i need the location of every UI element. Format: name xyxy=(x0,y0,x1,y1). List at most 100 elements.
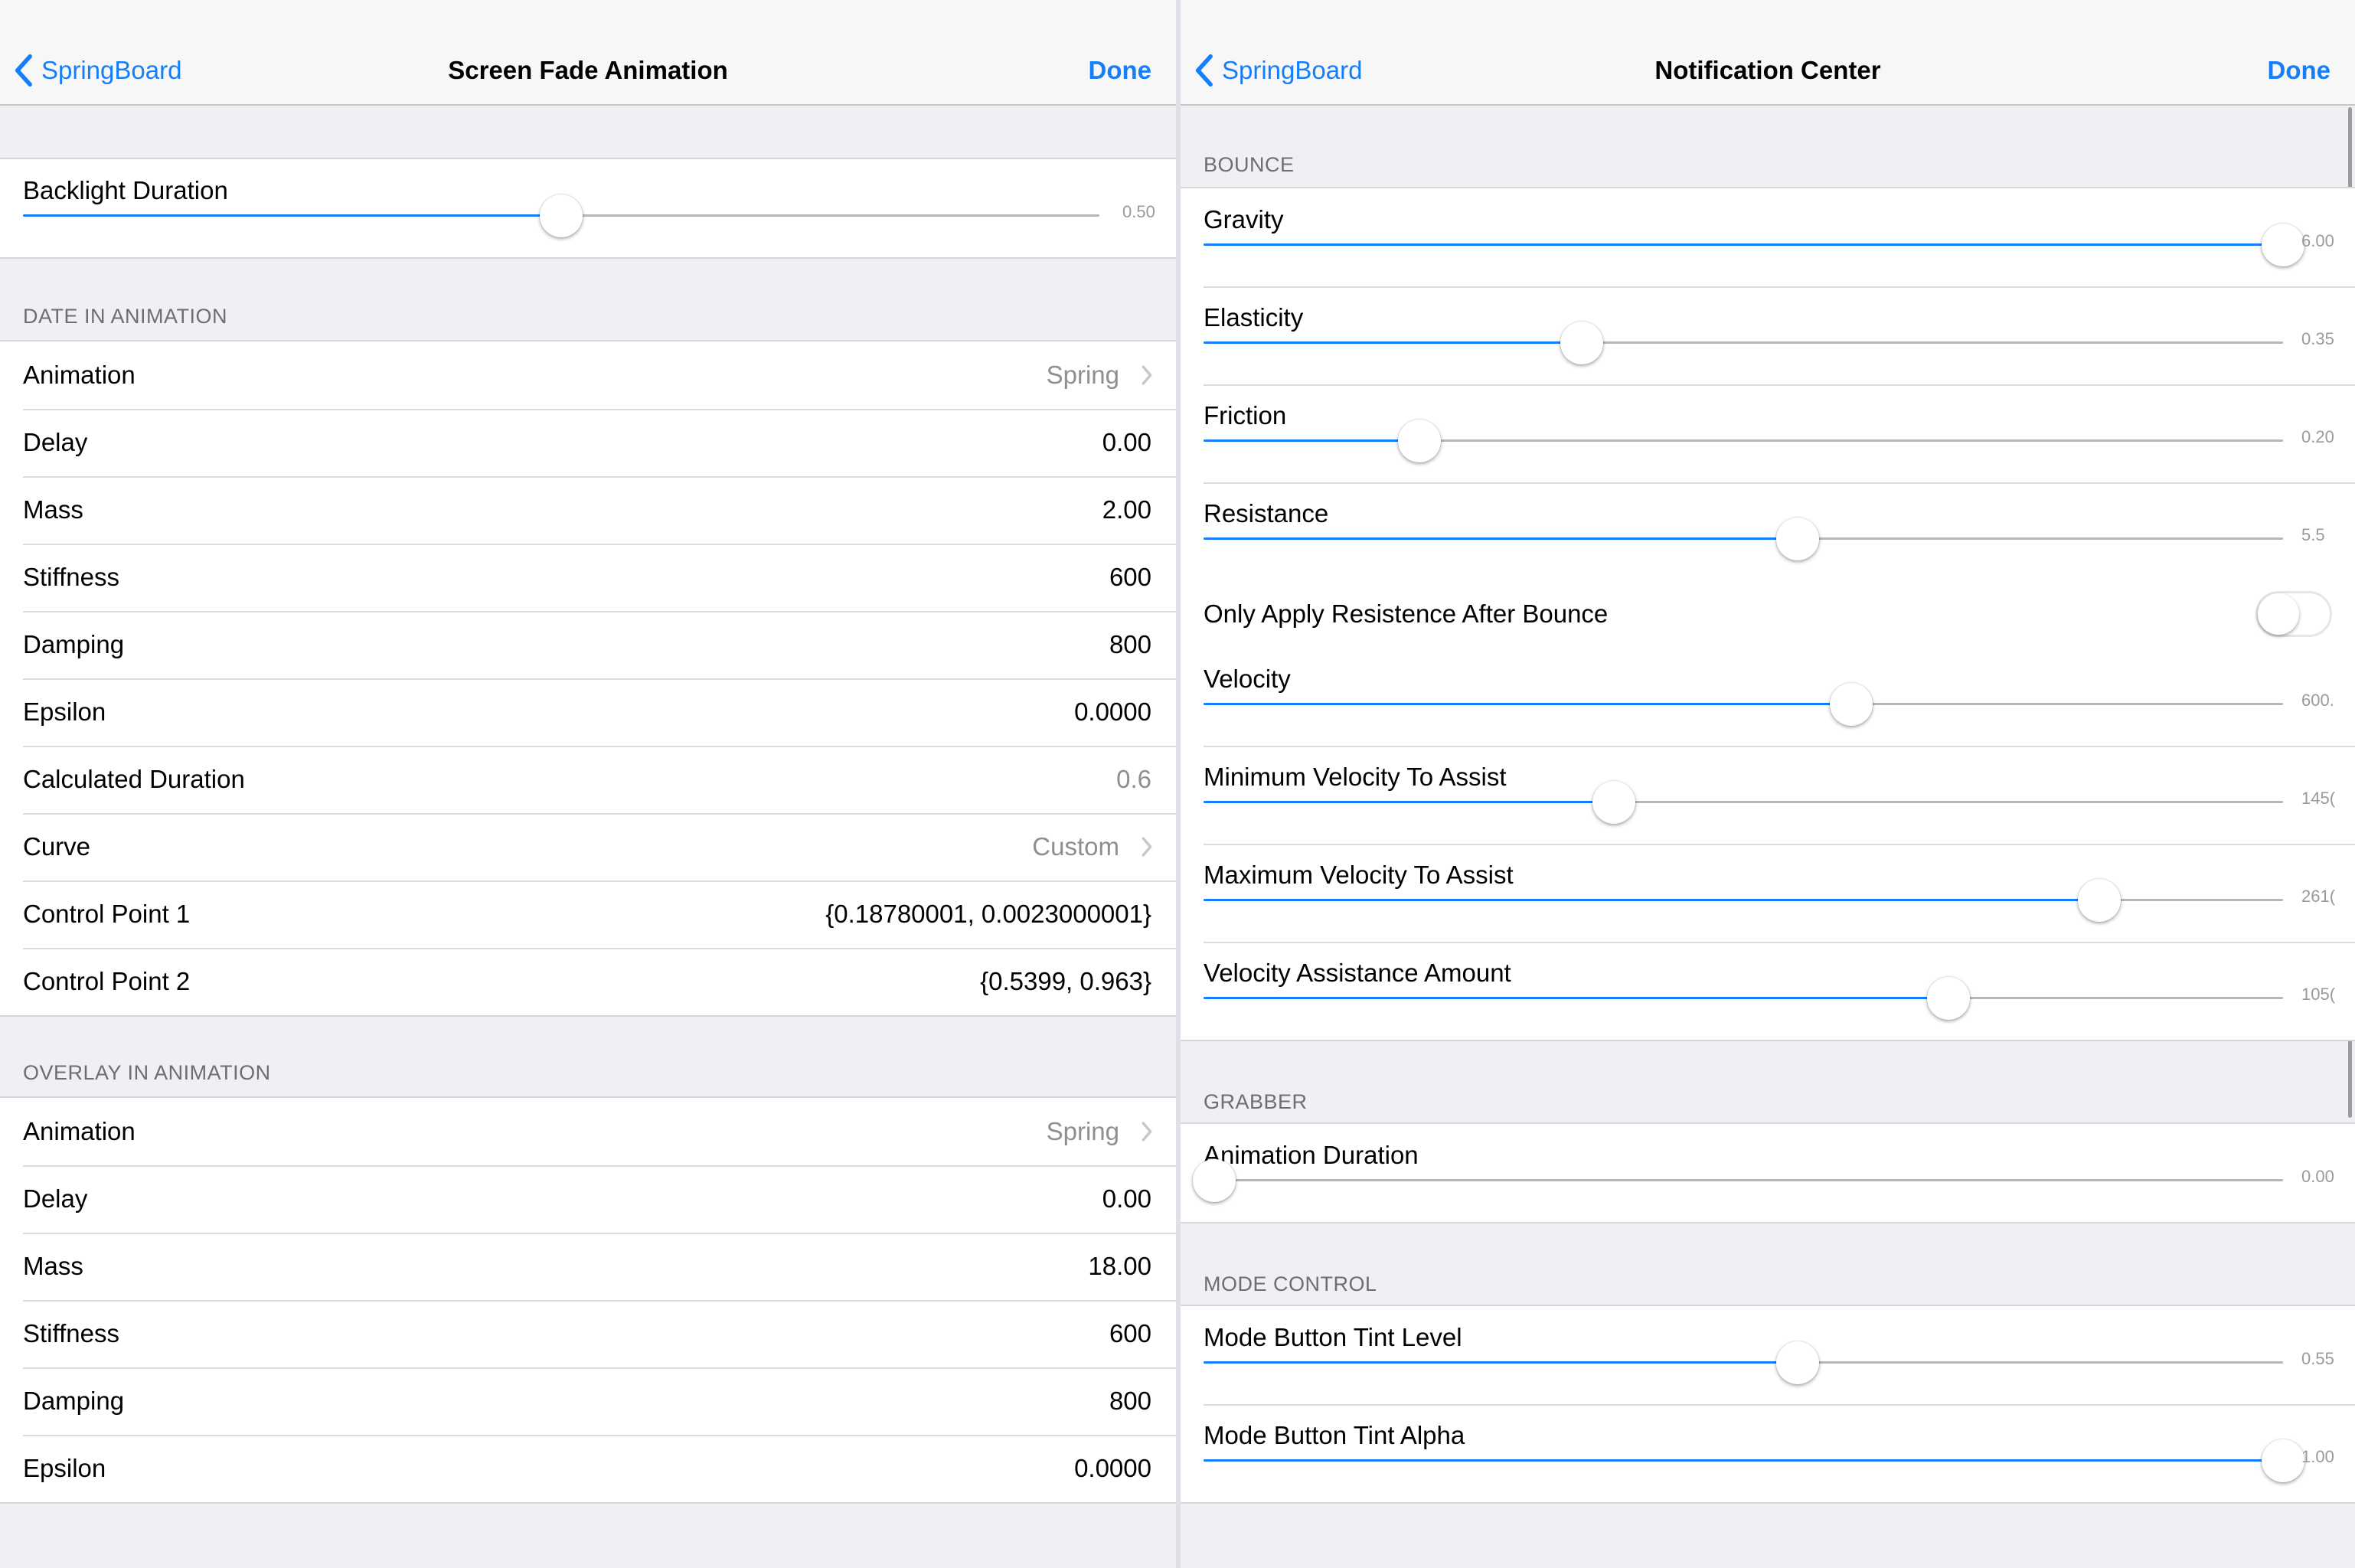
slider-value: 261( xyxy=(2301,887,2336,906)
friction-slider[interactable] xyxy=(1204,420,2283,462)
row-label: Mass xyxy=(23,495,83,524)
slider-value: 105( xyxy=(2301,985,2336,1004)
row-value: Spring xyxy=(1046,1117,1119,1145)
row-damping[interactable]: Damping 800 xyxy=(0,611,1176,678)
slider-row: Maximum Velocity To Assist 261( xyxy=(1181,844,2355,942)
chevron-right-icon xyxy=(1142,837,1152,857)
row-label: Delay xyxy=(23,428,88,456)
row-mass[interactable]: Mass 18.00 xyxy=(0,1233,1176,1300)
slider-fill xyxy=(1204,703,1851,705)
back-button-label: SpringBoard xyxy=(41,56,182,84)
slider-fill xyxy=(1204,537,1798,540)
slider-thumb[interactable] xyxy=(2262,1439,2304,1482)
bounce-section: Gravity 6.00 Elasticity 0.35 Friction 0.… xyxy=(1181,187,2355,1041)
row-stiffness[interactable]: Stiffness 600 xyxy=(0,1300,1176,1367)
slider-thumb[interactable] xyxy=(1193,1159,1236,1202)
back-button-label: SpringBoard xyxy=(1222,56,1363,84)
row-damping[interactable]: Damping 800 xyxy=(0,1367,1176,1435)
slider-thumb[interactable] xyxy=(2262,224,2304,266)
slider-thumb[interactable] xyxy=(540,194,583,237)
row-value: Spring xyxy=(1046,361,1119,389)
row-control-point-1[interactable]: Control Point 1 {0.18780001, 0.002300000… xyxy=(0,880,1176,948)
row-control-point-2[interactable]: Control Point 2 {0.5399, 0.963} xyxy=(0,948,1176,1015)
row-value: 600 xyxy=(1109,1319,1151,1348)
resistance-slider[interactable] xyxy=(1204,518,2283,560)
row-delay[interactable]: Delay 0.00 xyxy=(0,1165,1176,1233)
slider-label: Elasticity xyxy=(1204,303,1304,332)
slider-value: 0.35 xyxy=(2301,329,2334,348)
row-label: Mass xyxy=(23,1252,83,1280)
slider-thumb[interactable] xyxy=(2078,879,2121,922)
resistance-after-bounce-toggle[interactable] xyxy=(2255,591,2332,637)
done-button[interactable]: Done xyxy=(1089,54,1152,87)
row-stiffness[interactable]: Stiffness 600 xyxy=(0,544,1176,611)
row-value: 800 xyxy=(1109,1387,1151,1415)
slider-row: Backlight Duration 0.50 xyxy=(0,159,1176,257)
row-label: Control Point 2 xyxy=(23,967,191,995)
row-label: Epsilon xyxy=(23,697,106,726)
slider-value: 600. xyxy=(2301,691,2334,710)
slider-thumb[interactable] xyxy=(1560,322,1603,364)
slider-fill xyxy=(1204,997,1948,999)
velocity-slider[interactable] xyxy=(1204,683,2283,726)
row-label: Curve xyxy=(23,832,91,861)
slider-thumb[interactable] xyxy=(1830,683,1873,726)
row-value: 2.00 xyxy=(1102,495,1151,524)
slider-value: 0.50 xyxy=(1122,202,1155,221)
mode-button-tint-alpha-slider[interactable] xyxy=(1204,1439,2304,1482)
animation-duration-slider[interactable] xyxy=(1193,1159,2283,1202)
row-value: {0.5399, 0.963} xyxy=(980,967,1151,995)
slider-label: Maximum Velocity To Assist xyxy=(1204,861,1514,889)
row-label: Animation xyxy=(23,361,136,389)
slider-row: Mode Button Tint Level 0.55 xyxy=(1181,1306,2355,1404)
maximum-velocity-slider[interactable] xyxy=(1204,879,2283,922)
date-in-animation-section: Animation Spring Delay 0.00 Mass 2.00 St… xyxy=(0,340,1176,1017)
back-button[interactable]: SpringBoard xyxy=(12,54,181,87)
section-header-grabber: GRABBER xyxy=(1204,1090,1308,1113)
slider-label: Mode Button Tint Alpha xyxy=(1204,1421,1465,1449)
section-header-date-in: DATE IN ANIMATION xyxy=(23,305,228,328)
row-value: 0.0000 xyxy=(1074,1454,1151,1482)
gravity-slider[interactable] xyxy=(1204,224,2304,266)
slider-label: Velocity Assistance Amount xyxy=(1204,959,1511,987)
minimum-velocity-slider[interactable] xyxy=(1204,781,2283,824)
row-animation[interactable]: Animation Spring xyxy=(0,341,1176,409)
navigation-bar: SpringBoard Notification Center Done xyxy=(1181,0,2355,106)
row-epsilon[interactable]: Epsilon 0.0000 xyxy=(0,678,1176,746)
backlight-duration-slider[interactable] xyxy=(23,194,1099,237)
row-value: 600 xyxy=(1109,563,1151,591)
slider-thumb[interactable] xyxy=(1592,781,1635,824)
slider-fill xyxy=(1204,899,2100,901)
row-value: 800 xyxy=(1109,630,1151,658)
row-epsilon[interactable]: Epsilon 0.0000 xyxy=(0,1435,1176,1502)
slider-fill xyxy=(1204,801,1614,803)
overlay-in-animation-section: Animation Spring Delay 0.00 Mass 18.00 S… xyxy=(0,1096,1176,1504)
slider-row: Minimum Velocity To Assist 145( xyxy=(1181,746,2355,844)
slider-thumb[interactable] xyxy=(1775,1341,1819,1384)
elasticity-slider[interactable] xyxy=(1204,322,2283,364)
chevron-left-icon xyxy=(1195,54,1213,87)
slider-fill xyxy=(1204,341,1582,344)
row-value: {0.18780001, 0.0023000001} xyxy=(825,900,1151,928)
row-label: Damping xyxy=(23,630,125,658)
toggle-knob xyxy=(2258,593,2299,635)
row-label: Delay xyxy=(23,1184,88,1213)
row-mass[interactable]: Mass 2.00 xyxy=(0,476,1176,544)
slider-thumb[interactable] xyxy=(1398,420,1441,462)
slider-thumb[interactable] xyxy=(1775,518,1819,560)
slider-fill xyxy=(23,214,561,217)
done-button[interactable]: Done xyxy=(2268,54,2331,87)
row-delay[interactable]: Delay 0.00 xyxy=(0,409,1176,476)
row-label: Calculated Duration xyxy=(23,765,245,793)
slider-fill xyxy=(1204,439,1419,442)
row-value: 0.0000 xyxy=(1074,697,1151,726)
row-animation[interactable]: Animation Spring xyxy=(0,1098,1176,1165)
slider-thumb[interactable] xyxy=(1926,977,1970,1020)
mode-button-tint-level-slider[interactable] xyxy=(1204,1341,2283,1384)
velocity-assistance-slider[interactable] xyxy=(1204,977,2283,1020)
row-curve[interactable]: Curve Custom xyxy=(0,813,1176,880)
slider-value: 6.00 xyxy=(2301,231,2334,250)
row-label: Stiffness xyxy=(23,563,119,591)
chevron-right-icon xyxy=(1142,365,1152,385)
back-button[interactable]: SpringBoard xyxy=(1193,54,1362,87)
